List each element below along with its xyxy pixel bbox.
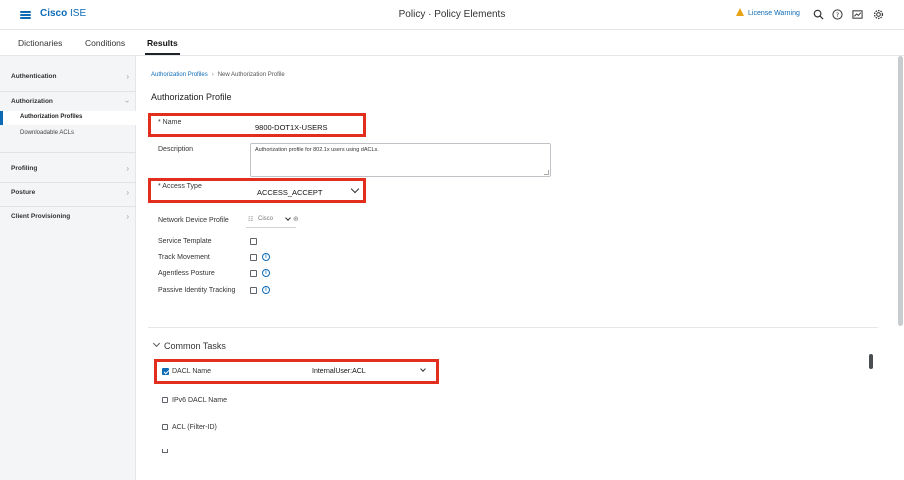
divider — [0, 91, 136, 92]
clipped-checkbox[interactable] — [162, 449, 168, 453]
common-tasks-title[interactable]: Common Tasks — [164, 341, 226, 351]
chevron-right-icon: › — [126, 72, 129, 81]
chevron-right-icon: › — [126, 212, 129, 221]
add-circle-icon[interactable]: ⊕ — [293, 215, 299, 223]
access-type-select[interactable]: ACCESS_ACCEPT — [257, 188, 322, 197]
description-textarea[interactable]: Authorization profile for 802.1x users u… — [250, 143, 551, 177]
svg-text:?: ? — [836, 11, 839, 19]
service-template-label: Service Template — [158, 238, 212, 245]
device-icon: ☷ — [248, 217, 254, 223]
ipv6-dacl-checkbox[interactable] — [162, 397, 168, 403]
resize-handle-icon[interactable] — [544, 170, 549, 175]
breadcrumb: Authorization Profiles › New Authorization… — [151, 72, 285, 78]
ndp-value: Cisco — [258, 216, 274, 222]
info-icon[interactable]: i — [262, 253, 270, 261]
access-type-label: * Access Type — [158, 183, 202, 190]
dacl-checkbox[interactable] — [162, 368, 169, 375]
sidebar-item-downloadable-acls[interactable]: Downloadable ACLs — [0, 127, 136, 141]
passive-identity-checkbox[interactable] — [250, 287, 257, 294]
sidebar-item-posture[interactable]: Posture › — [0, 187, 136, 201]
sidebar-item-label: Authorization Profiles — [20, 114, 83, 120]
sidebar-item-authorization-profiles[interactable]: Authorization Profiles — [0, 111, 136, 125]
divider — [0, 182, 136, 183]
section-divider — [148, 327, 878, 328]
tab-bar: Dictionaries Conditions Results — [0, 30, 904, 56]
page-scrollbar[interactable] — [898, 56, 903, 326]
dacl-label: DACL Name — [172, 368, 212, 375]
divider — [0, 152, 136, 153]
license-warning[interactable]: License Warning — [736, 8, 800, 17]
dashboard-icon[interactable] — [851, 8, 864, 21]
dacl-select[interactable]: InternalUser:ACL — [312, 368, 366, 375]
ndp-label: Network Device Profile — [158, 217, 229, 224]
service-template-checkbox[interactable] — [250, 238, 257, 245]
agentless-posture-label: Agentless Posture — [158, 270, 215, 277]
breadcrumb-link-authorization-profiles[interactable]: Authorization Profiles — [151, 72, 208, 78]
gear-icon[interactable] — [872, 8, 885, 21]
form-title: Authorization Profile — [151, 92, 232, 102]
chevron-down-icon[interactable] — [152, 339, 161, 348]
chevron-right-icon: › — [126, 188, 129, 197]
sidebar-item-label: Downloadable ACLs — [20, 130, 75, 136]
chevron-right-icon: › — [126, 164, 129, 173]
acl-filter-label: ACL (Filter-ID) — [172, 424, 217, 431]
warning-icon — [736, 8, 744, 16]
divider — [0, 206, 136, 207]
description-value: Authorization profile for 802.1x users u… — [255, 147, 379, 153]
sidebar-item-label: Authorization — [11, 98, 53, 105]
help-icon[interactable]: ? — [831, 8, 844, 21]
sidebar: Authentication › Authorization › Authori… — [0, 56, 136, 480]
tab-dictionaries[interactable]: Dictionaries — [18, 38, 62, 48]
license-warning-label: License Warning — [748, 9, 800, 17]
ipv6-dacl-label: IPv6 DACL Name — [172, 397, 227, 404]
clipped-row — [160, 449, 240, 453]
sidebar-item-authorization[interactable]: Authorization › — [0, 96, 136, 110]
tab-results[interactable]: Results — [145, 38, 180, 55]
top-bar: Cisco ISE Policy · Policy Elements Licen… — [0, 0, 904, 30]
description-label: Description — [158, 146, 194, 153]
section-scrollbar-thumb[interactable] — [869, 354, 873, 369]
breadcrumb-current: New Authorization Profile — [217, 72, 285, 78]
sidebar-item-label: Posture — [11, 189, 36, 196]
name-label: * Name — [158, 119, 182, 126]
info-icon[interactable]: i — [262, 269, 270, 277]
sidebar-item-profiling[interactable]: Profiling › — [0, 163, 136, 177]
sidebar-item-label: Client Provisioning — [11, 213, 71, 220]
sidebar-item-label: Authentication — [11, 73, 57, 80]
info-icon[interactable]: i — [262, 286, 270, 294]
tab-conditions[interactable]: Conditions — [85, 38, 125, 48]
search-icon[interactable] — [812, 8, 825, 21]
sidebar-item-label: Profiling — [11, 165, 38, 172]
passive-identity-label: Passive Identity Tracking — [158, 287, 236, 294]
name-input[interactable]: 9800-DOT1X-USERS — [255, 123, 328, 132]
track-movement-checkbox[interactable] — [250, 254, 257, 261]
chevron-down-icon: › — [123, 100, 133, 103]
acl-filter-checkbox[interactable] — [162, 424, 168, 430]
sidebar-item-client-provisioning[interactable]: Client Provisioning › — [0, 211, 136, 225]
breadcrumb-separator-icon: › — [211, 72, 214, 78]
track-movement-label: Track Movement — [158, 254, 210, 261]
sidebar-item-authentication[interactable]: Authentication › — [0, 71, 136, 85]
agentless-posture-checkbox[interactable] — [250, 270, 257, 277]
